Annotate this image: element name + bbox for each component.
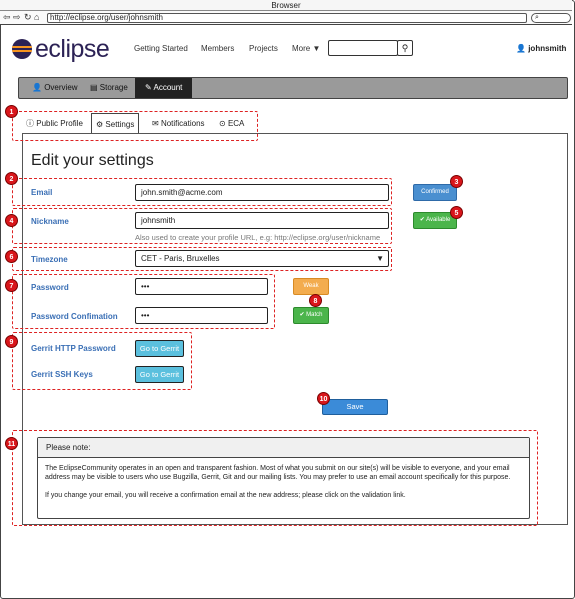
nav-getting-started[interactable]: Getting Started [134, 44, 188, 53]
annotation-badge-5: 5 [450, 206, 463, 219]
site-search-button[interactable]: ⚲ [397, 40, 413, 56]
storage-icon: ▤ [90, 83, 98, 92]
logo-ring-icon [12, 39, 32, 59]
annotation-badge-11: 11 [5, 437, 18, 450]
account-tabbar: 👤 Overview ▤ Storage ✎ Account [18, 77, 568, 99]
user-name: johnsmith [528, 44, 567, 53]
search-icon: ⌕ [535, 14, 539, 21]
password-match-badge: ✔ Match [293, 307, 329, 324]
nav-more-label: More [292, 44, 311, 53]
annotation-box-9 [12, 332, 192, 390]
nav-projects[interactable]: Projects [249, 44, 278, 53]
check-icon: ✔ [299, 312, 305, 318]
check-icon: ✔ [419, 217, 425, 223]
annotation-badge-9: 9 [5, 335, 18, 348]
url-bar[interactable]: http://eclipse.org/user/johnsmith [47, 13, 527, 23]
annotation-box-11 [12, 430, 538, 526]
back-icon[interactable]: ⇦ [3, 12, 11, 23]
password-strength-badge: Weak [293, 278, 329, 295]
tab-account[interactable]: ✎ Account [135, 78, 193, 98]
nav-members[interactable]: Members [201, 44, 234, 53]
user-icon: 👤 [516, 44, 526, 53]
tab-overview[interactable]: 👤 Overview [32, 78, 78, 98]
search-icon: ⚲ [401, 43, 409, 53]
pencil-icon: ✎ [145, 83, 152, 92]
annotation-box-1 [12, 111, 258, 141]
annotation-box-2 [12, 178, 392, 206]
forward-icon[interactable]: ⇨ [13, 12, 21, 23]
browser-search-input[interactable]: ⌕ [531, 13, 571, 23]
save-button[interactable]: Save [322, 399, 388, 415]
annotation-badge-6: 6 [5, 250, 18, 263]
annotation-badge-1: 1 [5, 105, 18, 118]
eclipse-logo[interactable]: eclipse [12, 35, 110, 63]
user-menu[interactable]: 👤 johnsmith [516, 44, 566, 53]
annotation-badge-2: 2 [5, 172, 18, 185]
refresh-icon[interactable]: ↻ [24, 12, 32, 23]
annotation-badge-4: 4 [5, 214, 18, 227]
browser-title: Browser [0, 0, 572, 11]
nickname-available-label: Available [426, 217, 451, 223]
tab-storage-label: Storage [99, 83, 128, 92]
address-row: ⇦ ⇨ ↻ ⌂ http://eclipse.org/user/johnsmit… [0, 11, 572, 25]
caret-down-icon: ▼ [312, 44, 321, 53]
annotation-box-7 [12, 274, 275, 329]
annotation-box-6 [12, 247, 392, 271]
tab-account-label: Account [153, 83, 183, 92]
annotation-badge-7: 7 [5, 279, 18, 292]
site-search-input[interactable] [328, 40, 398, 56]
nav-more[interactable]: More ▼ [292, 44, 320, 53]
logo-text: eclipse [35, 35, 110, 63]
annotation-badge-10: 10 [317, 392, 330, 405]
email-confirmed-badge: Confirmed [413, 184, 457, 201]
user-icon: 👤 [32, 83, 42, 92]
password-match-label: Match [306, 312, 323, 318]
annotation-badge-3: 3 [450, 175, 463, 188]
page-title: Edit your settings [31, 152, 154, 169]
annotation-box-4 [12, 208, 392, 244]
tab-overview-label: Overview [44, 83, 78, 92]
home-icon[interactable]: ⌂ [34, 12, 39, 23]
annotation-badge-8: 8 [309, 294, 322, 307]
tab-storage[interactable]: ▤ Storage [90, 78, 128, 98]
